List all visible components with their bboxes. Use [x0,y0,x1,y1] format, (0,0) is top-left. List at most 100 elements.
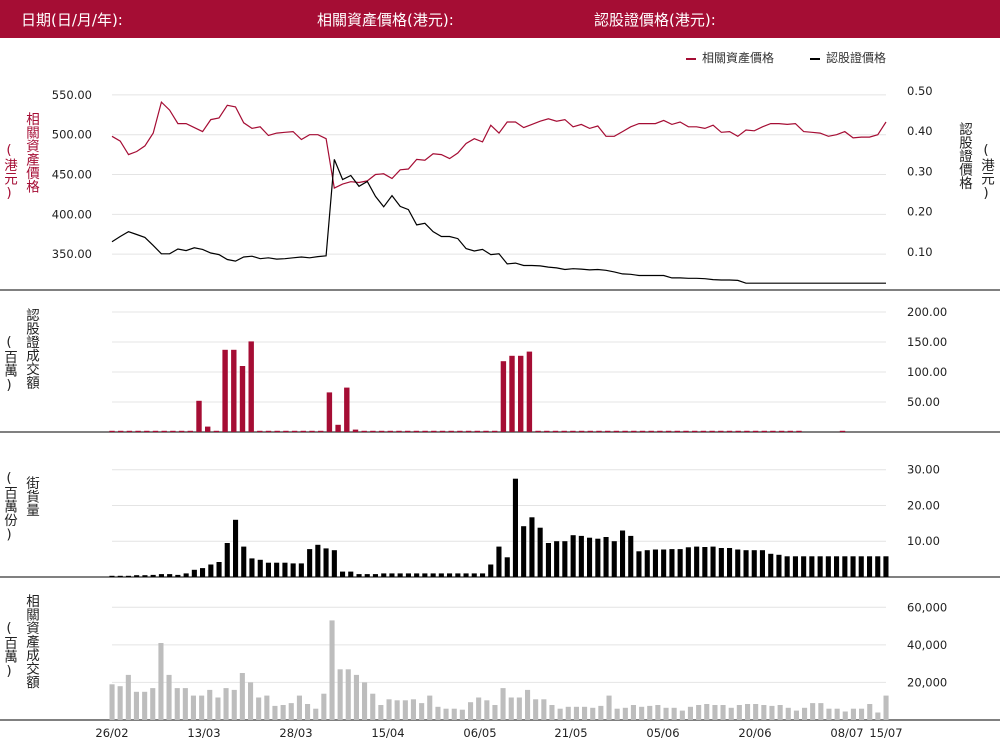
warrant-turnover-bar [778,430,785,432]
warrant-turnover-bar [170,430,176,432]
warrant-turnover-bar [509,355,515,432]
warrant-turnover-bar [622,430,628,432]
street-volume-bar [801,556,807,577]
street-volume-bar [694,546,700,577]
warrant-turnover-bar [465,430,472,432]
underlying-turnover-bar [883,695,889,720]
street-volume-bar [364,574,370,577]
street-volume-bar [867,556,873,577]
street-volume-bar [570,535,576,577]
street-volume-bar [825,556,831,577]
underlying-turnover-bar [565,706,571,720]
underlying-turnover-bar [362,682,368,720]
warrant-turnover-tick-label: 50.00 [907,395,940,409]
underlying-turnover-bar [125,674,131,720]
warrant-turnover-bar [474,430,480,432]
warrant-turnover-bar [483,430,489,432]
street-volume-bar [249,558,255,577]
street-volume-bar [241,546,247,577]
warrant-turnover-bar [248,341,254,432]
street-volume-bar [842,556,848,577]
street-volume-bar [768,553,774,577]
underlying-turnover-bar [622,707,628,720]
underlying-turnover-bar [769,705,775,720]
warrant-turnover-bar [422,430,428,432]
warrant-turnover-bar [161,430,167,432]
warrant-turnover-bar [109,430,115,432]
street-volume-bar [809,556,815,577]
warrant-turnover-bar [178,430,185,432]
warrant-turnover-bar [561,430,567,432]
street-volume-bar [677,549,683,577]
underlying-turnover-bar [296,695,302,720]
warrant-turnover-bar [318,430,324,432]
underlying-turnover-bar [174,688,180,720]
underlying-turnover-bar [867,704,873,720]
chart-canvas: 550.00 500.00 450.00 400.00 350.00 0.50 0.40 0.… [0,84,1000,740]
underlying-turnover-bar [655,705,661,720]
underlying-turnover-bar [573,706,579,720]
street-volume-bar [233,519,239,577]
warrant-turnover-bar [326,392,333,432]
street-volume-bar [381,573,387,577]
street-volume-bar [652,549,658,577]
warrant-turnover-bar [492,430,498,432]
warrant-turnover-bar [231,349,237,432]
street-volume-bar [125,575,131,577]
street-volume-bar [414,573,420,577]
price-right-tick-label: 0.50 [907,84,933,98]
underlying-turnover-bar [182,688,188,720]
warrant-turnover-bar [196,400,202,432]
underlying-turnover-tick-label: 60,000 [907,600,947,614]
street-volume-bar [562,541,568,577]
x-axis-tick-label: 28/03 [279,726,312,740]
warrant-turnover-bar [309,430,315,432]
street-volume-bar [117,575,123,577]
underlying-turnover-bar [630,705,636,720]
warrant-turnover-tick-label: 150.00 [907,335,947,349]
underlying-turnover-bar [476,697,482,720]
underlying-turnover-bar [647,705,653,720]
warrant-turnover-bar [605,430,611,432]
warrant-turnover-bar [700,430,707,432]
street-volume-bar [315,544,321,577]
warrant-turnover-bar [544,430,550,432]
underlying-turnover-bar [802,707,808,720]
warrant-turnover-bar [839,430,846,432]
street-volume-bar [447,573,453,577]
warrant-turnover-bar [578,430,585,432]
underlying-turnover-bar [696,705,702,720]
underlying-turnover-bar [826,708,832,720]
underlying-price-line [111,100,887,189]
street-volume-bar [776,554,782,577]
street-volume-bar [628,535,634,577]
street-volume-bar [208,564,214,577]
warrant-turnover-bar [787,430,793,432]
warrant-turnover-bar [526,351,533,432]
warrant-turnover-bar [361,430,367,432]
underlying-turnover-bar [761,705,767,720]
underlying-turnover-bar [459,709,465,720]
street-volume-bar [875,556,881,577]
street-volume-bar [759,550,765,577]
warrant-turnover-bar [692,430,698,432]
underlying-turnover-bar [541,699,547,720]
warrant-turnover-bar [570,430,576,432]
warrant-turnover-bar [152,430,159,432]
underlying-turnover-bar [427,695,433,720]
warrant-turnover-bar [744,430,750,432]
warrant-turnover-bar [405,430,411,432]
price-left-tick-label: 550.00 [52,88,92,102]
warrant-turnover-bar [144,430,150,432]
street-volume-bar [488,564,494,577]
warrant-turnover-bar [431,430,437,432]
underlying-turnover-bar [875,712,881,720]
warrant-turnover-bar [665,430,672,432]
warrant-turnover-bar [657,430,663,432]
warrant-turnover-bar [257,430,263,432]
street-volume-bar [850,556,856,577]
street-volume-bar [389,573,395,577]
underlying-turnover-bar [109,684,115,720]
underlying-turnover-bar [280,705,286,720]
street-volume-bar [504,557,510,577]
